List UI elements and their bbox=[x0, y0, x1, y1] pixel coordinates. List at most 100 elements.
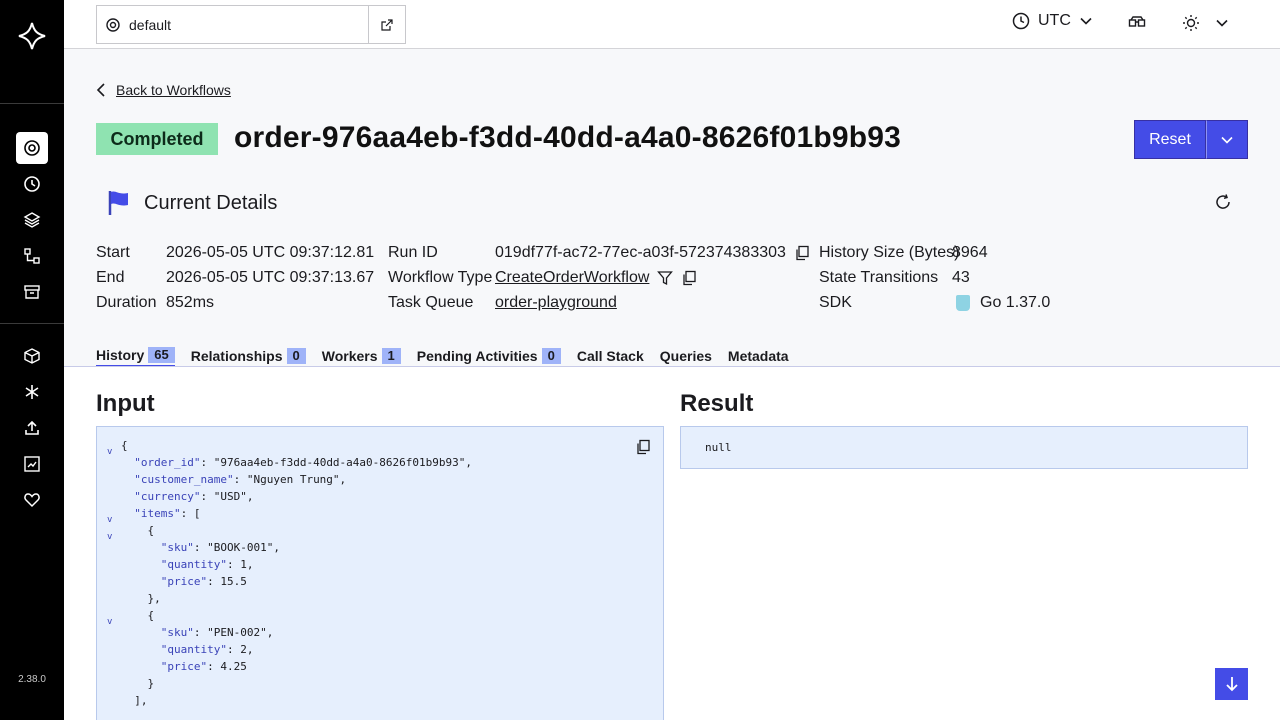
tab-relationships-label: Relationships bbox=[190, 348, 283, 364]
code-line: { bbox=[121, 439, 128, 452]
workflow-type-link[interactable]: CreateOrderWorkflow bbox=[495, 269, 649, 287]
go-gopher-icon bbox=[956, 295, 970, 311]
start-row: Start 2026-05-05 UTC 09:37:12.81 bbox=[96, 243, 374, 263]
archive-icon[interactable] bbox=[16, 276, 48, 308]
schedules-icon[interactable] bbox=[16, 168, 48, 200]
tab-workers-label: Workers bbox=[321, 348, 378, 364]
workflow-tabs: History 65 Relationships 0 Workers 1 Pen… bbox=[96, 347, 789, 367]
sidebar-divider bbox=[0, 323, 64, 324]
result-title: Result bbox=[680, 390, 754, 417]
fold-caret-icon[interactable]: v bbox=[107, 515, 112, 525]
arrow-down-icon bbox=[1225, 677, 1238, 692]
reset-button[interactable]: Reset bbox=[1134, 120, 1206, 159]
code-line: "currency": "USD", bbox=[134, 490, 254, 503]
result-code-block[interactable]: null bbox=[680, 426, 1248, 469]
end-row: End 2026-05-05 UTC 09:37:13.67 bbox=[96, 268, 374, 288]
topbar: default UTC bbox=[64, 0, 1280, 49]
tab-queries[interactable]: Queries bbox=[660, 347, 712, 367]
timezone-value: UTC bbox=[1038, 12, 1071, 29]
namespace-combobox[interactable]: default bbox=[97, 6, 369, 43]
reset-button-group: Reset bbox=[1134, 120, 1248, 159]
copy-icon[interactable] bbox=[681, 270, 697, 286]
history-size-value: 8964 bbox=[952, 244, 988, 261]
workflows-icon[interactable] bbox=[16, 132, 48, 164]
duration-value: 852ms bbox=[166, 294, 215, 311]
tab-history-count: 65 bbox=[148, 347, 175, 363]
fold-caret-icon[interactable]: v bbox=[107, 447, 112, 457]
clock-icon bbox=[1012, 12, 1030, 30]
chevron-down-icon bbox=[1080, 17, 1092, 25]
heart-icon[interactable] bbox=[16, 484, 48, 516]
fold-caret-icon[interactable]: v bbox=[107, 532, 112, 542]
tab-pending-activities-label: Pending Activities bbox=[416, 348, 538, 364]
sidebar-divider bbox=[0, 103, 64, 104]
current-details-header: Current Details bbox=[108, 190, 277, 216]
code-line: "quantity": 2, bbox=[160, 643, 254, 656]
chevron-left-icon bbox=[96, 83, 105, 97]
sun-icon[interactable] bbox=[1182, 14, 1200, 32]
run-id-value: 019df77f-ac72-77ec-a03f-572374383303 bbox=[495, 244, 786, 261]
fold-caret-icon[interactable]: v bbox=[107, 617, 112, 627]
tab-history[interactable]: History 65 bbox=[96, 347, 175, 367]
namespace-value: default bbox=[129, 16, 172, 33]
namespace-icon bbox=[106, 17, 120, 32]
end-label: End bbox=[96, 269, 125, 286]
theme-chevron-down-icon[interactable] bbox=[1215, 16, 1229, 30]
import-icon[interactable] bbox=[16, 412, 48, 444]
namespace-external-link-button[interactable] bbox=[369, 6, 405, 43]
data-encoder-icon[interactable] bbox=[1128, 14, 1146, 32]
sdk-value: Go 1.37.0 bbox=[980, 294, 1051, 311]
deployments-icon[interactable] bbox=[16, 240, 48, 272]
input-title: Input bbox=[96, 390, 155, 417]
tab-metadata[interactable]: Metadata bbox=[728, 347, 789, 367]
code-line: } bbox=[121, 677, 155, 690]
end-value: 2026-05-05 UTC 09:37:13.67 bbox=[166, 269, 375, 286]
tab-workers-count: 1 bbox=[381, 348, 401, 364]
status-badge: Completed bbox=[96, 123, 218, 155]
sidebar: 2.38.0 bbox=[0, 0, 64, 720]
tab-call-stack-label: Call Stack bbox=[576, 348, 644, 364]
history-size-row: History Size (Bytes) 8964 bbox=[819, 243, 988, 263]
namespace-selector[interactable]: default bbox=[96, 5, 406, 44]
state-transitions-label: State Transitions bbox=[819, 269, 939, 286]
input-code-block[interactable]: v v v v { "order_id": "976aa4eb-f3dd-40d… bbox=[96, 426, 664, 720]
code-line: { bbox=[121, 524, 155, 537]
temporal-logo-icon[interactable] bbox=[18, 22, 46, 50]
filter-icon[interactable] bbox=[657, 270, 674, 286]
current-details-title: Current Details bbox=[144, 191, 278, 214]
workflow-id-title: order-976aa4eb-f3dd-40dd-a4a0-8626f01b9b… bbox=[234, 121, 902, 154]
duration-row: Duration 852ms bbox=[96, 293, 214, 313]
tab-pending-activities[interactable]: Pending Activities 0 bbox=[417, 347, 561, 367]
start-value: 2026-05-05 UTC 09:37:12.81 bbox=[166, 244, 375, 261]
result-value: null bbox=[705, 441, 732, 454]
tab-workers[interactable]: Workers 1 bbox=[322, 347, 401, 367]
code-line: "price": 15.5 bbox=[160, 575, 247, 588]
task-queue-link[interactable]: order-playground bbox=[495, 294, 617, 312]
tab-call-stack[interactable]: Call Stack bbox=[577, 347, 644, 367]
external-link-icon bbox=[381, 18, 393, 31]
chevron-down-icon bbox=[1221, 136, 1233, 144]
batch-icon[interactable] bbox=[16, 204, 48, 236]
namespaces-icon[interactable] bbox=[16, 340, 48, 372]
nexus-icon[interactable] bbox=[16, 376, 48, 408]
tab-history-label: History bbox=[96, 347, 145, 363]
history-size-label: History Size (Bytes) bbox=[819, 244, 960, 261]
duration-label: Duration bbox=[96, 294, 157, 311]
refresh-icon[interactable] bbox=[1214, 193, 1232, 211]
flag-icon bbox=[108, 191, 128, 215]
state-transitions-value: 43 bbox=[952, 269, 970, 286]
feedback-icon[interactable] bbox=[16, 448, 48, 480]
scroll-to-bottom-button[interactable] bbox=[1215, 668, 1248, 700]
code-line: }, bbox=[121, 592, 161, 605]
code-line: ], bbox=[121, 694, 148, 707]
copy-icon[interactable] bbox=[794, 245, 810, 261]
timezone-selector[interactable]: UTC bbox=[1012, 12, 1093, 30]
copy-icon[interactable] bbox=[635, 439, 651, 455]
reset-dropdown-button[interactable] bbox=[1206, 120, 1248, 159]
workflow-type-label: Workflow Type bbox=[388, 269, 493, 286]
code-line: "order_id": "976aa4eb-f3dd-40dd-a4a0-862… bbox=[134, 456, 473, 469]
task-queue-row: Task Queue order-playground bbox=[388, 293, 617, 313]
back-to-workflows-link[interactable]: Back to Workflows bbox=[96, 82, 231, 98]
tab-relationships[interactable]: Relationships 0 bbox=[191, 347, 306, 367]
start-label: Start bbox=[96, 244, 130, 261]
